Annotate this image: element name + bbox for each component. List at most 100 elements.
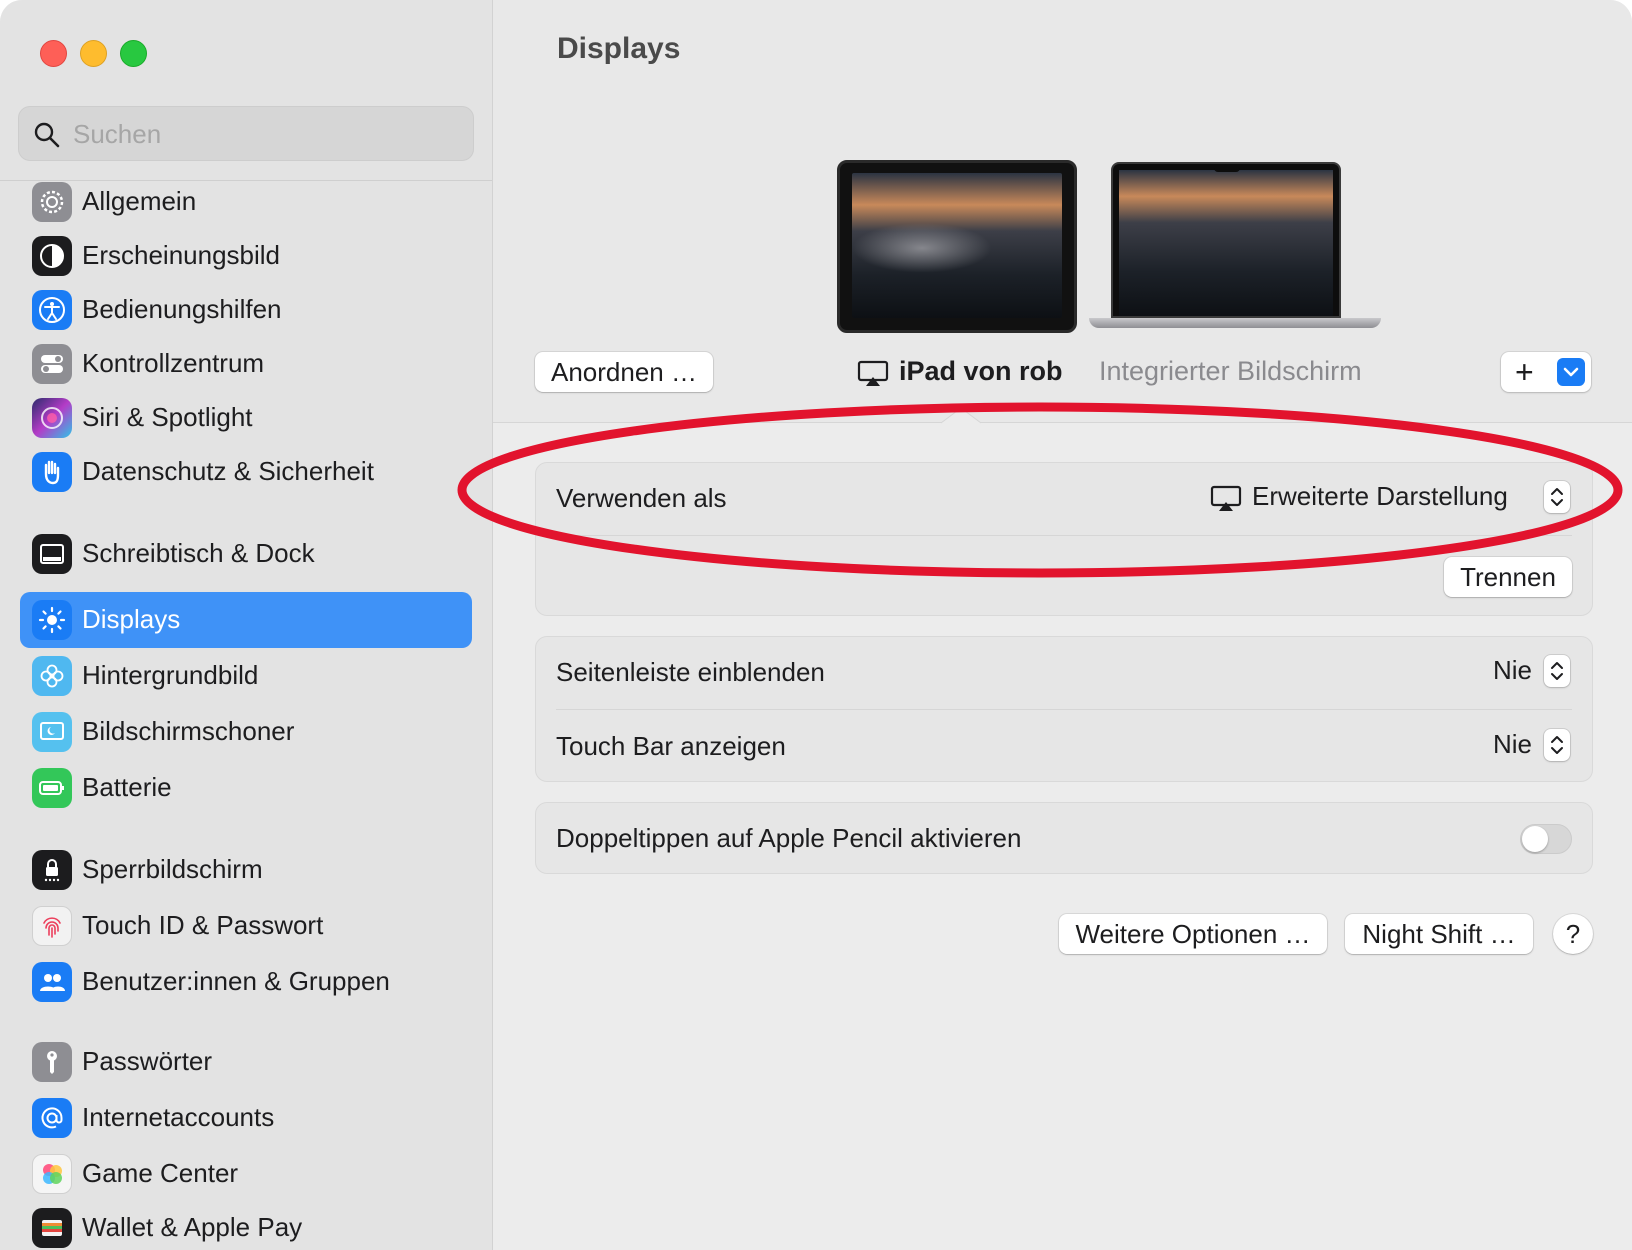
sidebar-item-displays[interactable]: Displays bbox=[20, 592, 472, 648]
sidebar-row-popup[interactable]: Nie bbox=[1480, 651, 1570, 691]
use-as-value: Erweiterte Darstellung bbox=[1252, 481, 1508, 511]
sidebar-item-datenschutz[interactable]: Datenschutz & Sicherheit bbox=[20, 444, 472, 500]
fingerprint-icon bbox=[32, 906, 72, 946]
sidebar-row-label: Seitenleiste einblenden bbox=[556, 657, 825, 687]
brightness-icon bbox=[32, 600, 72, 640]
sidebar-item-label: Erscheinungsbild bbox=[82, 240, 281, 270]
accessibility-icon bbox=[32, 290, 72, 330]
add-display-control[interactable]: + bbox=[1501, 352, 1591, 392]
sidebar-item-label: Schreibtisch & Dock bbox=[82, 538, 315, 568]
touchbar-row-label: Touch Bar anzeigen bbox=[556, 731, 786, 761]
sidebar-item-label: Internetaccounts bbox=[82, 1102, 275, 1132]
stepper-icon[interactable] bbox=[1544, 655, 1570, 687]
stepper-icon[interactable] bbox=[1544, 481, 1570, 513]
sidebar-item-passwoerter[interactable]: Passwörter bbox=[20, 1034, 472, 1090]
use-as-card: Verwenden als Erweiterte Darstellung Tre… bbox=[535, 462, 1593, 616]
ipad-display-thumbnail[interactable] bbox=[837, 160, 1077, 333]
pencil-card: Doppeltippen auf Apple Pencil aktivieren bbox=[535, 802, 1593, 874]
zoom-window-button[interactable] bbox=[120, 40, 147, 67]
key-icon bbox=[32, 1042, 72, 1082]
display-tab-integrated[interactable]: Integrierter Bildschirm bbox=[1099, 356, 1362, 387]
wallet-icon bbox=[32, 1208, 72, 1248]
touchbar-row-value: Nie bbox=[1492, 729, 1532, 759]
stepper-icon[interactable] bbox=[1544, 729, 1570, 761]
main-pane: Displays Anordnen … iPad von rob Integri… bbox=[493, 0, 1632, 1250]
sidebar-item-label: Game Center bbox=[82, 1158, 239, 1188]
sidebar-item-label: Sperrbildschirm bbox=[82, 854, 263, 884]
minimize-window-button[interactable] bbox=[80, 40, 107, 67]
add-display-button[interactable]: + bbox=[1515, 352, 1534, 392]
sidebar-item-label: Touch ID & Passwort bbox=[82, 910, 324, 940]
sidebar-item-siri[interactable]: Siri & Spotlight bbox=[20, 390, 472, 446]
at-icon bbox=[32, 1098, 72, 1138]
arrange-button[interactable]: Anordnen … bbox=[535, 352, 713, 392]
sidebar-item-sperrbildschirm[interactable]: Sperrbildschirm bbox=[20, 842, 472, 898]
more-options-button[interactable]: Weitere Optionen … bbox=[1059, 914, 1327, 954]
macbook-display-thumbnail[interactable] bbox=[1089, 160, 1389, 336]
lock-icon bbox=[32, 850, 72, 890]
page-title: Displays bbox=[557, 32, 681, 65]
row-separator bbox=[556, 709, 1572, 710]
help-button[interactable]: ? bbox=[1553, 914, 1593, 954]
airplay-icon bbox=[1210, 485, 1242, 511]
selection-notch bbox=[941, 408, 981, 424]
sidebar-item-label: Bildschirmschoner bbox=[82, 716, 295, 746]
settings-window: Suchen Allgemein Erscheinungsbild Bedien… bbox=[0, 0, 1632, 1250]
sidebar-item-schreibtisch-dock[interactable]: Schreibtisch & Dock bbox=[20, 526, 472, 582]
display-name-ipad: iPad von rob bbox=[899, 356, 1063, 386]
sidebar-item-hintergrundbild[interactable]: Hintergrundbild bbox=[20, 648, 472, 704]
sidebar-item-bildschirmschoner[interactable]: Bildschirmschoner bbox=[20, 704, 472, 760]
touchbar-row-popup[interactable]: Nie bbox=[1480, 725, 1570, 765]
chevron-down-icon[interactable] bbox=[1557, 358, 1585, 386]
gear-icon bbox=[32, 182, 72, 222]
sidebar-item-label: Benutzer:innen & Gruppen bbox=[82, 966, 390, 996]
sidebar-item-label: Datenschutz & Sicherheit bbox=[82, 456, 374, 486]
privacy-hand-icon bbox=[32, 452, 72, 492]
sidebar-item-label: Displays bbox=[82, 604, 181, 634]
sidebar-item-game-center[interactable]: Game Center bbox=[20, 1146, 472, 1202]
siri-icon bbox=[32, 398, 72, 438]
sidebar-item-label: Batterie bbox=[82, 772, 172, 802]
sidebar-row-value: Nie bbox=[1492, 655, 1532, 685]
pencil-row-label: Doppeltippen auf Apple Pencil aktivieren bbox=[556, 823, 1022, 853]
sidebar-item-batterie[interactable]: Batterie bbox=[20, 760, 472, 816]
night-shift-button[interactable]: Night Shift … bbox=[1345, 914, 1533, 954]
use-as-label: Verwenden als bbox=[556, 483, 727, 513]
dock-icon bbox=[32, 534, 72, 574]
sidebar-item-internetaccounts[interactable]: Internetaccounts bbox=[20, 1090, 472, 1146]
sidebar: Suchen Allgemein Erscheinungsbild Bedien… bbox=[0, 0, 493, 1250]
sidebar-item-label: Hintergrundbild bbox=[82, 660, 259, 690]
battery-icon bbox=[32, 768, 72, 808]
sidebar-item-wallet[interactable]: Wallet & Apple Pay bbox=[20, 1200, 472, 1250]
sidebar-item-label: Siri & Spotlight bbox=[82, 402, 253, 432]
sidebar-item-kontrollzentrum[interactable]: Kontrollzentrum bbox=[20, 336, 472, 392]
pencil-toggle[interactable] bbox=[1520, 824, 1572, 854]
sidebar-item-label: Allgemein bbox=[82, 186, 197, 216]
row-separator bbox=[556, 535, 1572, 536]
close-window-button[interactable] bbox=[40, 40, 67, 67]
toggle-knob bbox=[1522, 826, 1548, 852]
display-tab-ipad[interactable]: iPad von rob bbox=[857, 352, 1063, 396]
display-options-card: Seitenleiste einblenden Nie Touch Bar an… bbox=[535, 636, 1593, 782]
search-field[interactable]: Suchen bbox=[18, 106, 474, 161]
screensaver-icon bbox=[32, 712, 72, 752]
sidebar-item-benutzer[interactable]: Benutzer:innen & Gruppen bbox=[20, 954, 472, 1010]
sidebar-item-bedienungshilfen[interactable]: Bedienungshilfen bbox=[20, 282, 472, 338]
sidebar-item-label: Wallet & Apple Pay bbox=[82, 1212, 303, 1242]
airplay-icon bbox=[857, 360, 889, 386]
wallpaper-icon bbox=[32, 656, 72, 696]
search-placeholder: Suchen bbox=[73, 119, 162, 149]
search-icon bbox=[34, 122, 60, 148]
appearance-icon bbox=[32, 236, 72, 276]
users-icon bbox=[32, 962, 72, 1002]
control-center-icon bbox=[32, 344, 72, 384]
sidebar-item-label: Bedienungshilfen bbox=[82, 294, 282, 324]
sidebar-item-allgemein[interactable]: Allgemein bbox=[20, 174, 472, 230]
game-center-icon bbox=[32, 1154, 72, 1194]
sidebar-item-label: Kontrollzentrum bbox=[82, 348, 265, 378]
use-as-popup[interactable]: Erweiterte Darstellung bbox=[1210, 477, 1570, 517]
sidebar-item-label: Passwörter bbox=[82, 1046, 213, 1076]
sidebar-item-touch-id[interactable]: Touch ID & Passwort bbox=[20, 898, 472, 954]
sidebar-item-erscheinungsbild[interactable]: Erscheinungsbild bbox=[20, 228, 472, 284]
disconnect-button[interactable]: Trennen bbox=[1444, 557, 1572, 597]
